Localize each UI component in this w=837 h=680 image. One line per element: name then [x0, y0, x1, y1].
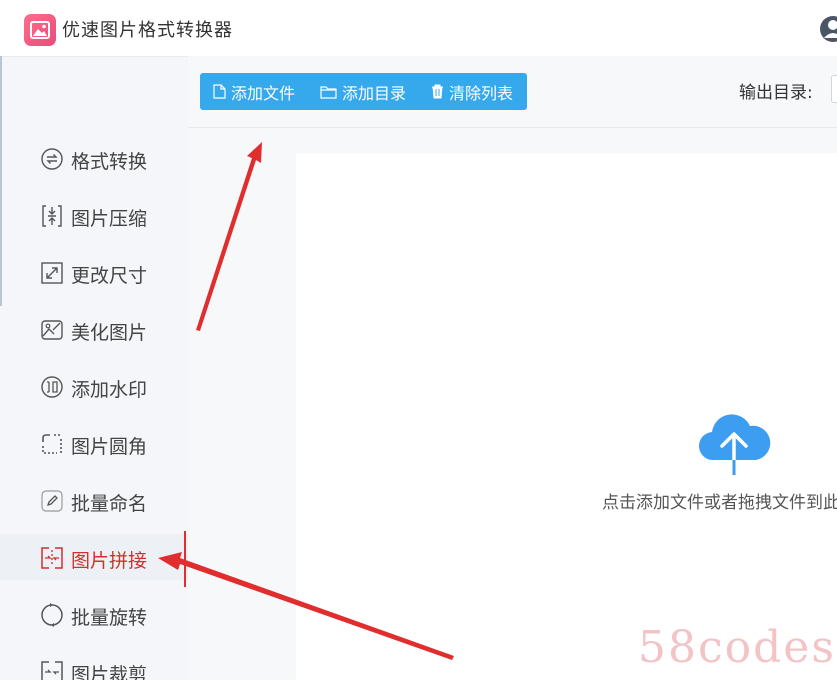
add-folder-button[interactable]: 添加目录	[320, 73, 406, 110]
sidebar-item-stitch[interactable]: 图片拼接	[0, 534, 188, 580]
add-file-button[interactable]: 添加文件	[213, 73, 295, 110]
app-logo-icon	[24, 14, 56, 46]
clear-list-button[interactable]: 清除列表	[431, 73, 513, 110]
sidebar-item-label: 图片裁剪	[71, 664, 148, 680]
format-convert-icon	[41, 148, 63, 170]
output-dir-label: 输出目录:	[739, 83, 813, 103]
sidebar-item-rename[interactable]: 批量命名	[0, 477, 188, 523]
trash-icon	[432, 84, 443, 99]
add-file-label: 添加文件	[231, 83, 296, 103]
app-title: 优速图片格式转换器	[62, 20, 233, 41]
watermark-icon	[41, 376, 63, 398]
sidebar-item-rotate[interactable]: 批量旋转	[0, 591, 188, 637]
sidebar-item-compress[interactable]: 图片压缩	[0, 192, 188, 238]
rounded-corner-icon	[42, 434, 62, 454]
sidebar-item-label: 图片拼接	[71, 550, 148, 572]
cloud-upload-icon	[698, 414, 771, 476]
stitch-icon	[41, 547, 63, 569]
compress-icon	[42, 205, 62, 227]
sidebar-item-watermark[interactable]: 添加水印	[0, 363, 188, 409]
sidebar-item-label: 图片圆角	[71, 436, 148, 458]
sidebar-item-label: 图片压缩	[71, 208, 148, 230]
user-avatar-icon[interactable]	[818, 14, 837, 44]
drop-hint-text: 点击添加文件或者拖拽文件到此	[602, 493, 837, 513]
sidebar-item-crop[interactable]: 图片裁剪	[0, 648, 188, 680]
sidebar-item-label: 批量旋转	[71, 607, 148, 629]
sidebar-item-label: 格式转换	[71, 151, 148, 173]
sidebar-item-label: 添加水印	[71, 379, 148, 401]
sidebar-item-rounded-corner[interactable]: 图片圆角	[0, 420, 188, 466]
active-indicator	[184, 531, 186, 587]
crop-icon	[41, 661, 63, 680]
resize-icon	[41, 262, 63, 284]
output-dir-input[interactable]	[831, 75, 837, 103]
sidebar-item-format-convert[interactable]: 格式转换	[0, 135, 188, 181]
sidebar-item-label: 美化图片	[71, 322, 148, 344]
beautify-icon	[41, 320, 63, 340]
rename-icon	[41, 490, 63, 512]
clear-list-label: 清除列表	[449, 83, 514, 103]
sidebar-item-beautify[interactable]: 美化图片	[0, 306, 188, 352]
sidebar-item-resize[interactable]: 更改尺寸	[0, 249, 188, 295]
toolbar: 添加文件 添加目录 清除列表	[200, 73, 527, 110]
rotate-icon	[41, 603, 63, 627]
title-bar: 优速图片格式转换器	[0, 0, 837, 56]
sidebar-item-label: 更改尺寸	[71, 265, 148, 287]
add-folder-label: 添加目录	[342, 83, 407, 103]
watermark-text: 58codes	[638, 622, 836, 673]
sidebar-item-label: 批量命名	[71, 493, 148, 515]
folder-icon	[320, 85, 337, 99]
file-icon	[213, 84, 226, 99]
